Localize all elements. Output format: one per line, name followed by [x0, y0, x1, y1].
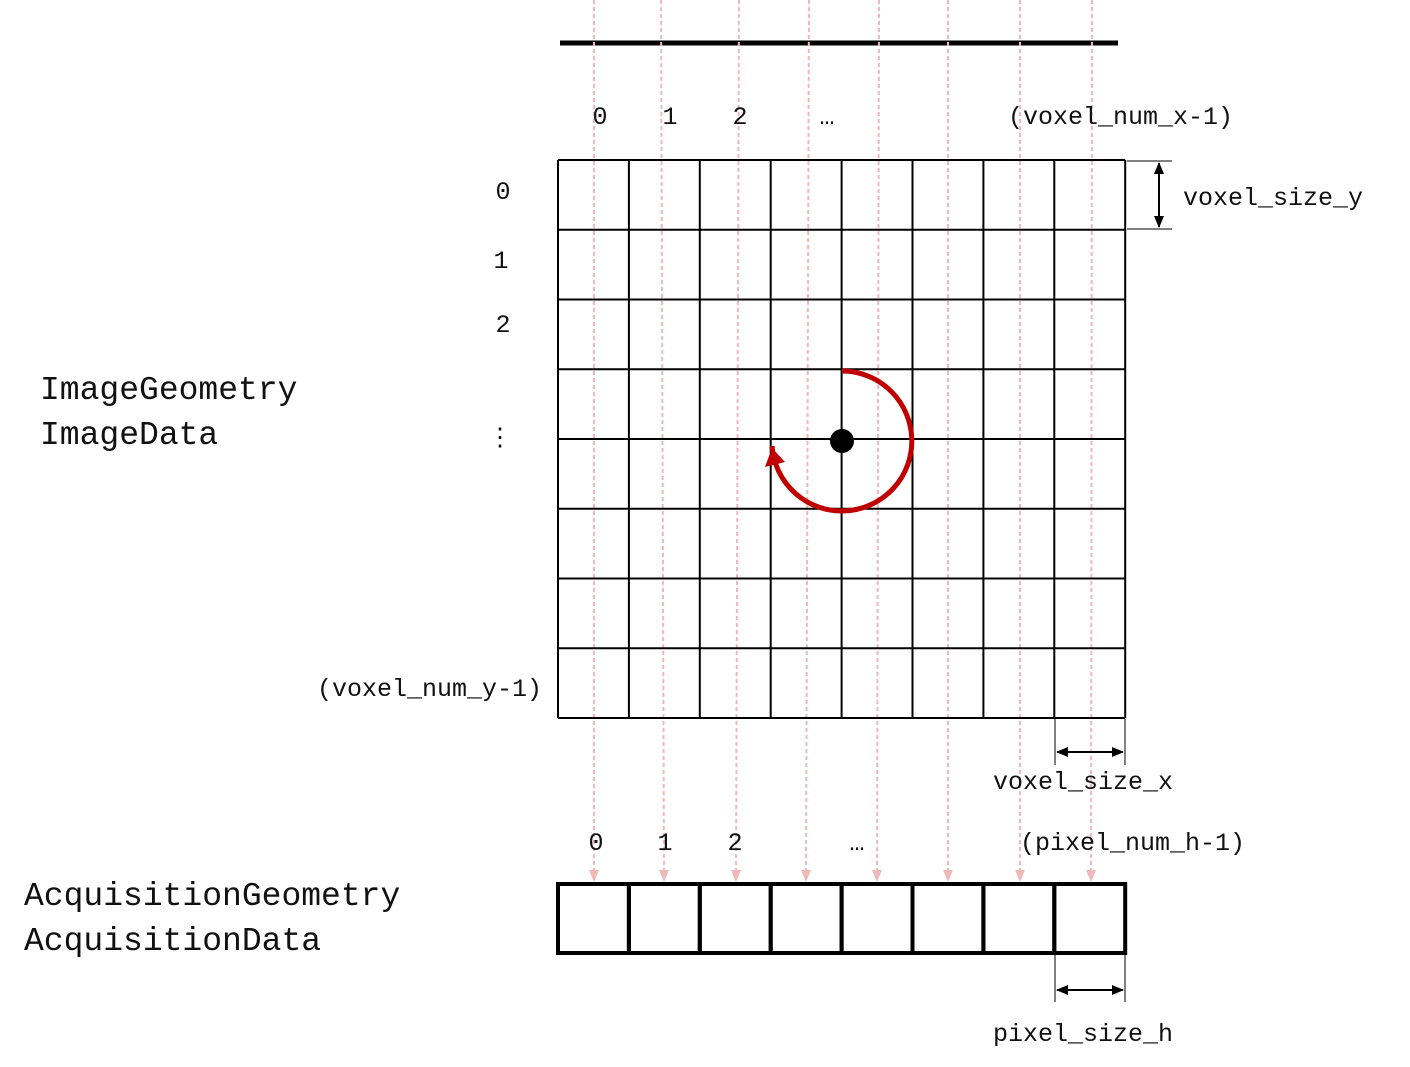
- detector-pixel: [556, 882, 631, 955]
- detector-pixel: [910, 882, 986, 955]
- detector-pixel: [981, 882, 1057, 955]
- voxel-x-index-0: 0: [592, 103, 607, 132]
- voxel-size-x-label: voxel_size_x: [993, 768, 1173, 797]
- detector-pixel: [839, 882, 915, 955]
- pixel-h-index-ellipsis: …: [849, 829, 864, 858]
- geometry-diagram: ImageGeometry ImageData AcquisitionGeome…: [24, 0, 1363, 1049]
- voxel-y-index-ellipsis: ⋮: [488, 424, 513, 453]
- detector-array: [556, 882, 1128, 955]
- detector-pixel: [1052, 882, 1128, 955]
- pixel-size-h-label: pixel_size_h: [993, 1020, 1173, 1049]
- voxel-x-index-1: 1: [662, 103, 677, 132]
- pixel-h-index-1: 1: [657, 829, 672, 858]
- pixel-h-index-2: 2: [727, 829, 742, 858]
- detector-pixel: [697, 882, 773, 955]
- rotation-center-dot: [830, 429, 854, 453]
- voxel-x-index-2: 2: [732, 103, 747, 132]
- voxel-size-y-label: voxel_size_y: [1183, 184, 1363, 213]
- image-data-label: ImageData: [40, 417, 218, 454]
- image-geometry-label: ImageGeometry: [40, 372, 297, 409]
- voxel-y-index-2: 2: [495, 311, 510, 340]
- pixel-h-index-0: 0: [588, 829, 603, 858]
- detector-pixel: [768, 882, 844, 955]
- voxel-y-index-last: (voxel_num_y-1): [317, 675, 542, 704]
- voxel-y-index-0: 0: [495, 178, 510, 207]
- voxel-x-index-last: (voxel_num_x-1): [1008, 103, 1233, 132]
- acquisition-data-label: AcquisitionData: [24, 923, 321, 960]
- acquisition-geometry-label: AcquisitionGeometry: [24, 878, 400, 915]
- detector-pixel: [626, 882, 702, 955]
- voxel-y-index-1: 1: [493, 247, 508, 276]
- voxel-x-index-ellipsis: …: [819, 103, 834, 132]
- pixel-h-index-last: (pixel_num_h-1): [1020, 829, 1245, 858]
